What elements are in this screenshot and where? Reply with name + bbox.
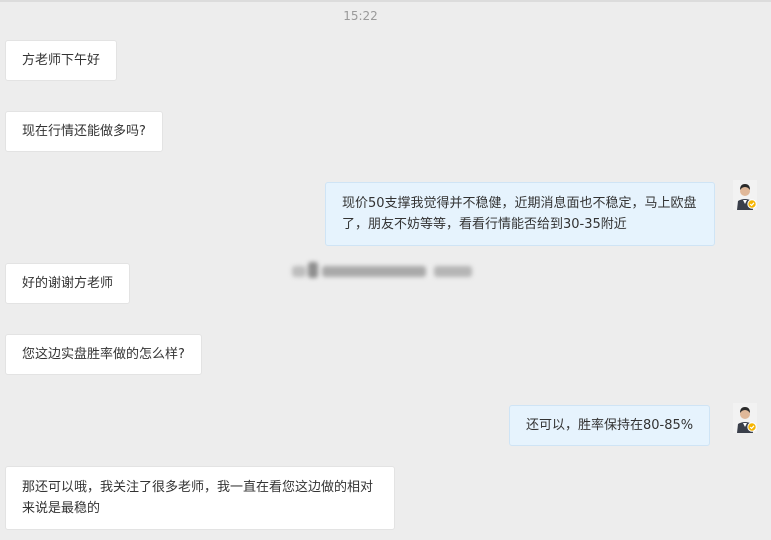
- message-bubble-incoming[interactable]: 方老师下午好: [5, 40, 118, 81]
- message-bubble-incoming[interactable]: 现在行情还能做多吗?: [5, 111, 163, 152]
- blurred-content: [292, 258, 477, 284]
- message-bubble-incoming[interactable]: 那还可以哦，我关注了很多老师，我一直在看您这边做的相对来说是最稳的: [5, 466, 395, 530]
- user-avatar-icon[interactable]: [733, 180, 757, 210]
- message-bubble-incoming[interactable]: 好的谢谢方老师: [5, 263, 131, 304]
- message-bubble-outgoing[interactable]: 还可以，胜率保持在80-85%: [509, 405, 711, 446]
- top-divider: [0, 0, 771, 2]
- user-avatar-icon[interactable]: [733, 403, 757, 433]
- message-bubble-incoming[interactable]: 您这边实盘胜率做的怎么样?: [5, 334, 202, 375]
- message-bubble-outgoing[interactable]: 现价50支撑我觉得并不稳健，近期消息面也不稳定，马上欧盘了，朋友不妨等等，看看行…: [325, 182, 715, 246]
- message-timestamp: 15:22: [343, 9, 378, 23]
